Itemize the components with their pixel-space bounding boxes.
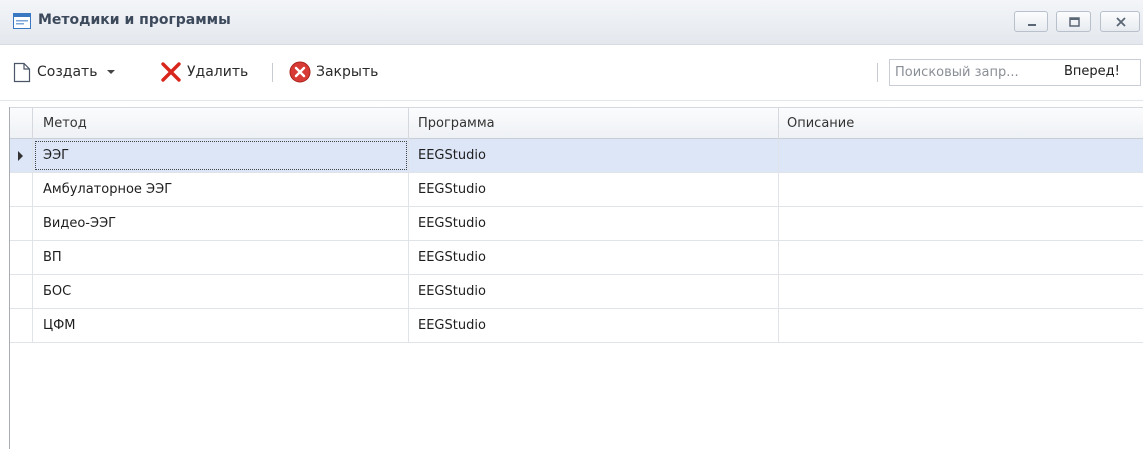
row-indicator bbox=[10, 241, 33, 274]
search-box: Вперед! bbox=[889, 59, 1141, 86]
minimize-icon bbox=[1028, 24, 1036, 26]
new-document-icon bbox=[13, 62, 31, 82]
column-header-description[interactable]: Описание bbox=[779, 108, 1143, 139]
create-button[interactable]: Создать bbox=[13, 61, 119, 83]
delete-x-icon bbox=[161, 62, 181, 82]
grid-header: Метод Программа Описание bbox=[10, 107, 1143, 139]
toolbar-separator bbox=[272, 63, 273, 82]
maximize-icon bbox=[1069, 17, 1080, 27]
description-cell[interactable] bbox=[779, 241, 1143, 274]
close-circle-icon bbox=[289, 61, 311, 83]
table-row[interactable]: Видео-ЭЭГ EEGStudio bbox=[10, 207, 1143, 241]
methods-grid: Метод Программа Описание ЭЭГ EEGStudio А… bbox=[9, 107, 1143, 449]
window-icon bbox=[13, 13, 31, 29]
close-label: Закрыть bbox=[316, 64, 379, 80]
row-indicator bbox=[10, 139, 33, 172]
delete-label: Удалить bbox=[187, 64, 249, 80]
method-cell[interactable]: ЭЭГ bbox=[33, 139, 409, 172]
program-cell[interactable]: EEGStudio bbox=[409, 309, 779, 342]
window-title: Методики и программы bbox=[38, 12, 231, 28]
search-go-button[interactable]: Вперед! bbox=[1064, 64, 1120, 79]
method-cell[interactable]: Амбулаторное ЭЭГ bbox=[33, 173, 409, 206]
column-header-program[interactable]: Программа bbox=[409, 108, 779, 139]
delete-button[interactable]: Удалить bbox=[160, 61, 248, 83]
column-header-method[interactable]: Метод bbox=[33, 108, 409, 139]
program-cell[interactable]: EEGStudio bbox=[409, 139, 779, 172]
method-cell[interactable]: ВП bbox=[33, 241, 409, 274]
row-indicator-header bbox=[10, 108, 33, 139]
close-button[interactable]: Закрыть bbox=[289, 61, 378, 83]
description-cell[interactable] bbox=[779, 309, 1143, 342]
table-row[interactable]: ВП EEGStudio bbox=[10, 241, 1143, 275]
create-label: Создать bbox=[37, 64, 98, 80]
row-indicator bbox=[10, 275, 33, 308]
program-cell[interactable]: EEGStudio bbox=[409, 173, 779, 206]
maximize-button[interactable] bbox=[1056, 11, 1091, 32]
row-indicator bbox=[10, 207, 33, 240]
table-row[interactable]: ЦФМ EEGStudio bbox=[10, 309, 1143, 343]
description-cell[interactable] bbox=[779, 173, 1143, 206]
toolbar-separator bbox=[877, 63, 878, 82]
title-bar: Методики и программы bbox=[0, 0, 1143, 45]
table-row[interactable]: БОС EEGStudio bbox=[10, 275, 1143, 309]
method-cell[interactable]: ЦФМ bbox=[33, 309, 409, 342]
row-indicator bbox=[10, 309, 33, 342]
methods-window: Методики и программы Создать Удалить Зак… bbox=[0, 0, 1143, 449]
minimize-button[interactable] bbox=[1014, 11, 1048, 32]
program-cell[interactable]: EEGStudio bbox=[409, 207, 779, 240]
description-cell[interactable] bbox=[779, 139, 1143, 172]
table-row[interactable]: ЭЭГ EEGStudio bbox=[10, 139, 1143, 173]
close-icon bbox=[1116, 17, 1126, 27]
description-cell[interactable] bbox=[779, 275, 1143, 308]
description-cell[interactable] bbox=[779, 207, 1143, 240]
table-row[interactable]: Амбулаторное ЭЭГ EEGStudio bbox=[10, 173, 1143, 207]
row-indicator bbox=[10, 173, 33, 206]
program-cell[interactable]: EEGStudio bbox=[409, 275, 779, 308]
toolbar: Создать Удалить Закрыть Вперед! bbox=[0, 45, 1143, 101]
method-cell[interactable]: Видео-ЭЭГ bbox=[33, 207, 409, 240]
program-cell[interactable]: EEGStudio bbox=[409, 241, 779, 274]
method-cell[interactable]: БОС bbox=[33, 275, 409, 308]
row-pointer-icon bbox=[18, 151, 23, 161]
close-window-button[interactable] bbox=[1100, 11, 1140, 32]
chevron-down-icon[interactable] bbox=[103, 67, 119, 77]
search-input[interactable] bbox=[895, 63, 1055, 82]
